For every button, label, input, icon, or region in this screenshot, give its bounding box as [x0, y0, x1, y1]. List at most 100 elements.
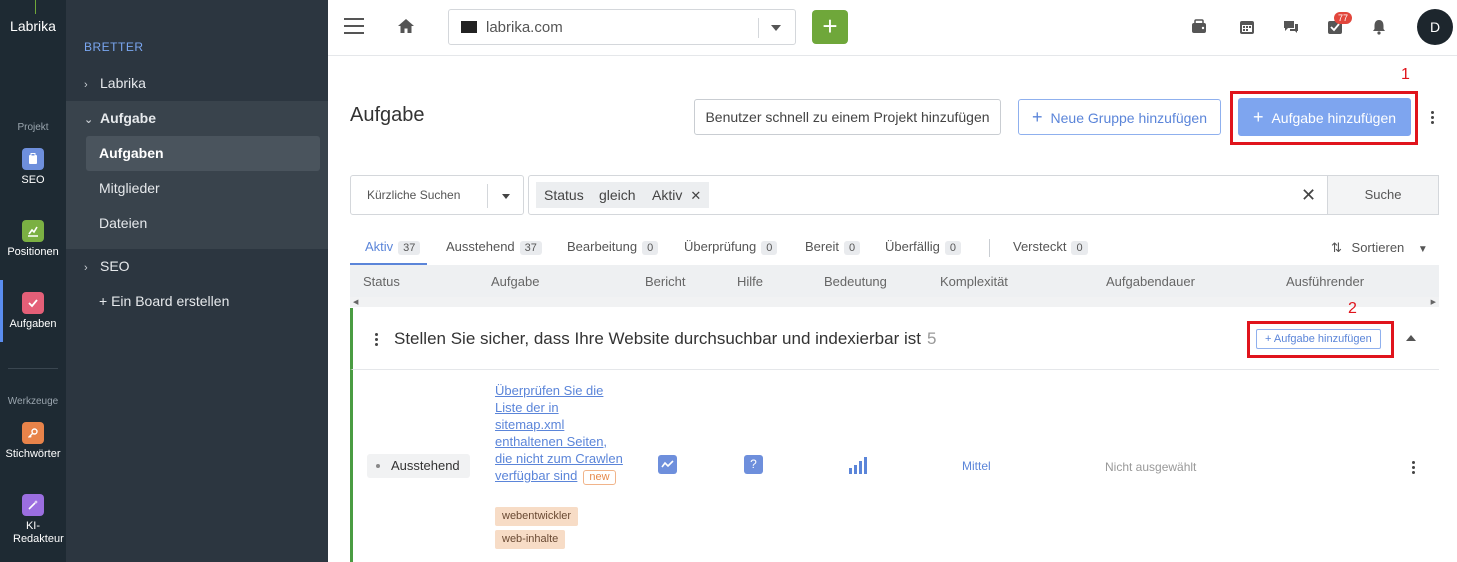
user-avatar[interactable]: D	[1417, 9, 1453, 45]
magic-wand-icon	[22, 494, 44, 516]
column-header-duration[interactable]: Aufgabendauer	[1106, 274, 1195, 289]
tab-hidden[interactable]: Versteckt 0	[1013, 239, 1088, 255]
row-options-icon[interactable]	[1412, 461, 1416, 476]
search-button[interactable]: Suche	[1327, 175, 1439, 215]
task-tag[interactable]: webentwickler	[495, 507, 579, 526]
select-divider	[758, 18, 759, 38]
button-label: Neue Gruppe hinzufügen	[1050, 110, 1207, 126]
wallet-icon[interactable]	[1190, 18, 1208, 36]
status-badge[interactable]: Ausstehend	[367, 454, 470, 478]
top-bar: labrika.com + 77 D	[328, 0, 1457, 56]
select-divider	[487, 184, 488, 208]
status-tabs: Aktiv 37 Ausstehend 37 Bearbeitung 0 Überpr…	[350, 237, 1439, 265]
sidebar-item-members[interactable]: Mitglieder	[99, 180, 160, 196]
table-header: Status Aufgabe Bericht Hilfe Bedeutung K…	[350, 265, 1439, 297]
rail-divider	[8, 368, 58, 369]
project-select[interactable]: labrika.com	[448, 9, 796, 45]
collapse-group-icon[interactable]	[1406, 335, 1416, 341]
caret-down-icon[interactable]	[771, 25, 781, 31]
chat-icon[interactable]	[1282, 18, 1300, 36]
tab-active[interactable]: Aktiv 37	[365, 239, 421, 255]
filter-chip-operator[interactable]: gleich	[591, 182, 644, 208]
close-icon[interactable]: ✕	[690, 188, 701, 203]
more-options-icon[interactable]	[1431, 111, 1435, 126]
sidebar-item-files[interactable]: Dateien	[99, 215, 147, 231]
column-header-complexity[interactable]: Komplexität	[940, 274, 1008, 289]
rail-item-seo[interactable]: SEO	[0, 148, 66, 186]
task-title[interactable]: Überprüfen Sie die Liste der in sitemap.…	[495, 383, 623, 483]
tab-count: 0	[642, 241, 659, 255]
sidebar-header: BRETTER	[84, 40, 144, 54]
rail-item-ai-editor[interactable]: KI-Redakteur	[0, 494, 66, 546]
sidebar-item-seo[interactable]: › SEO	[84, 258, 130, 274]
scroll-left-icon[interactable]: ◀	[353, 298, 358, 306]
tab-label: Bereit	[805, 239, 839, 254]
filter-chip-value[interactable]: Aktiv ✕	[644, 182, 710, 208]
rail-item-positions[interactable]: Positionen	[0, 220, 66, 258]
tab-pending[interactable]: Ausstehend 37	[446, 239, 542, 255]
annotation-marker-1: 1	[1401, 66, 1410, 83]
group-options-icon[interactable]	[375, 333, 379, 348]
highlight-box-1	[1230, 91, 1418, 145]
sidebar-item-label: Labrika	[100, 75, 146, 91]
tab-in-progress[interactable]: Bearbeitung 0	[567, 239, 659, 255]
highlight-box-2	[1247, 321, 1394, 358]
home-icon[interactable]	[396, 16, 416, 36]
caret-down-icon: ▼	[1417, 244, 1428, 255]
chart-icon	[22, 220, 44, 242]
section-project-label: Projekt	[17, 122, 49, 133]
column-header-status[interactable]: Status	[363, 274, 400, 289]
sort-button[interactable]: ⇅ Sortieren ▼	[1331, 240, 1428, 256]
sidebar-item-aufgabe[interactable]: ⌄ Aufgabe	[84, 110, 156, 126]
task-link[interactable]: Überprüfen Sie die Liste der in sitemap.…	[495, 382, 623, 485]
plus-icon: +	[1032, 107, 1043, 127]
create-board-link[interactable]: + Ein Board erstellen	[99, 293, 229, 309]
hamburger-menu-icon[interactable]	[344, 18, 364, 34]
column-header-importance[interactable]: Bedeutung	[824, 274, 887, 289]
sort-label: Sortieren	[1351, 240, 1405, 255]
quick-add-button[interactable]: +	[812, 10, 848, 44]
tab-overdue[interactable]: Überfällig 0	[885, 239, 962, 255]
check-icon	[22, 292, 44, 314]
tab-count: 37	[519, 241, 542, 255]
chip-label: Aktiv	[652, 187, 683, 203]
app-logo[interactable]: Labrika	[0, 18, 66, 34]
rail-item-label: SEO	[21, 174, 45, 186]
tab-label: Versteckt	[1013, 239, 1067, 254]
caret-down-icon[interactable]	[502, 194, 510, 199]
calendar-icon[interactable]	[1238, 18, 1256, 36]
task-tag[interactable]: web-inhalte	[495, 530, 566, 549]
page-title: Aufgabe	[350, 104, 425, 126]
chevron-right-icon: ›	[84, 262, 88, 274]
new-group-button[interactable]: + Neue Gruppe hinzufügen	[1018, 99, 1221, 135]
rail-item-tasks[interactable]: Aufgaben	[0, 292, 66, 330]
complexity-value[interactable]: Mittel	[962, 459, 991, 473]
bell-icon[interactable]	[1370, 18, 1388, 36]
help-icon[interactable]: ?	[744, 455, 763, 474]
column-header-assignee[interactable]: Ausführender	[1286, 274, 1364, 289]
column-header-report[interactable]: Bericht	[645, 274, 685, 289]
sidebar-item-tasks[interactable]: Aufgaben	[99, 145, 164, 161]
tab-review[interactable]: Überprüfung 0	[684, 239, 778, 255]
project-select-value: labrika.com	[486, 19, 563, 36]
column-header-help[interactable]: Hilfe	[737, 274, 763, 289]
filter-chip-field[interactable]: Status	[536, 182, 592, 208]
scroll-right-icon[interactable]: ▶	[1431, 298, 1436, 306]
sidebar-item-labrika[interactable]: › Labrika	[84, 75, 146, 91]
tab-count: 0	[1071, 241, 1088, 255]
tab-label: Ausstehend	[446, 239, 515, 254]
table-row[interactable]: Ausstehend Überprüfen Sie die Liste der …	[350, 370, 1439, 562]
rail-item-keywords[interactable]: Stichwörter	[0, 422, 66, 460]
clear-filter-icon[interactable]: ✕	[1301, 185, 1316, 206]
recent-searches-select[interactable]: Kürzliche Suchen	[350, 175, 524, 215]
duration-value[interactable]: Nicht ausgewählt	[1105, 460, 1196, 474]
report-chart-icon[interactable]	[658, 455, 677, 474]
tab-divider	[989, 239, 990, 257]
filter-input[interactable]: Status gleich Aktiv ✕ ✕	[528, 175, 1328, 215]
column-header-task[interactable]: Aufgabe	[491, 274, 539, 289]
horizontal-scrollbar[interactable]: ◀ ▶	[350, 297, 1439, 307]
group-title[interactable]: Stellen Sie sicher, dass Ihre Website du…	[394, 329, 936, 349]
tab-ready[interactable]: Bereit 0	[805, 239, 861, 255]
quick-add-user-button[interactable]: Benutzer schnell zu einem Projekt hinzuf…	[694, 99, 1001, 135]
tab-count: 0	[761, 241, 778, 255]
